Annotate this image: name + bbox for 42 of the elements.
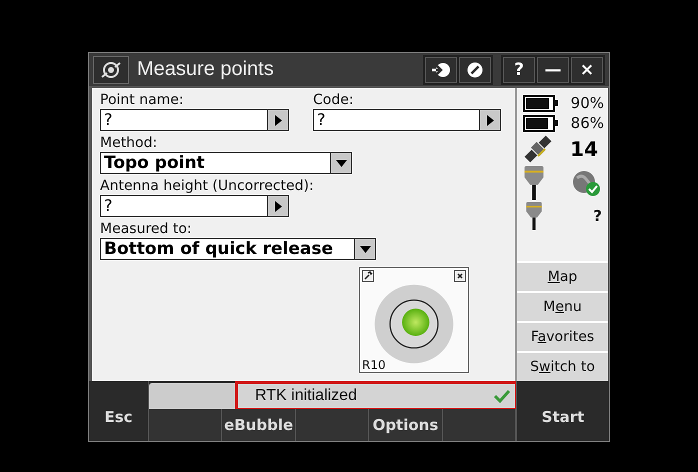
input-field[interactable]: ? (100, 109, 289, 131)
arrow-icon (486, 114, 494, 126)
field-label: Method: (100, 135, 158, 151)
field-label: Measured to: (100, 221, 193, 237)
rover-reading: ? (593, 207, 602, 225)
arrow-icon (274, 114, 282, 126)
battery-reading: 86% (570, 114, 604, 132)
side-button[interactable]: Switch to (517, 351, 608, 381)
softkey-button[interactable]: eBubble (222, 409, 296, 441)
receiver-icon (523, 166, 545, 200)
prohibit-icon[interactable] (459, 56, 491, 82)
input-field[interactable]: ? (100, 195, 289, 217)
side-button[interactable]: Menu (517, 291, 608, 321)
dropdown-field[interactable]: Topo point (100, 152, 352, 174)
app-logo-icon[interactable] (93, 56, 129, 84)
softkey-button[interactable]: Options (369, 409, 443, 441)
arrow-icon (274, 200, 282, 212)
side-button[interactable]: Favorites (517, 321, 608, 351)
side-button[interactable]: Map (517, 261, 608, 291)
window-control-button[interactable]: ? (503, 56, 535, 82)
input-field[interactable]: ? (313, 109, 501, 131)
receiver-icon (523, 202, 545, 230)
caret-icon (360, 246, 370, 252)
satellite-icon (523, 134, 553, 164)
exit-icon[interactable] (425, 56, 457, 82)
status-message-bar: RTK initialized (237, 383, 516, 409)
dropdown-field[interactable]: Bottom of quick release (100, 238, 376, 260)
caret-icon (336, 160, 346, 166)
field-label: Antenna height (Uncorrected): (100, 178, 315, 194)
battery-icon (523, 114, 558, 132)
battery-reading: 90% (570, 94, 604, 112)
wrench-icon[interactable] (362, 270, 374, 282)
satellite-count: 14 (570, 137, 598, 161)
field-label: Point name: (100, 92, 185, 108)
close-icon[interactable] (454, 270, 466, 282)
window-control-button[interactable]: — (537, 56, 569, 82)
window-title: Measure points (137, 58, 275, 81)
globe-check-icon (572, 170, 600, 196)
field-label: Code: (313, 92, 355, 108)
battery-icon (523, 94, 558, 112)
receiver-label: R10 (362, 359, 386, 372)
window-control-button[interactable]: × (571, 56, 603, 82)
